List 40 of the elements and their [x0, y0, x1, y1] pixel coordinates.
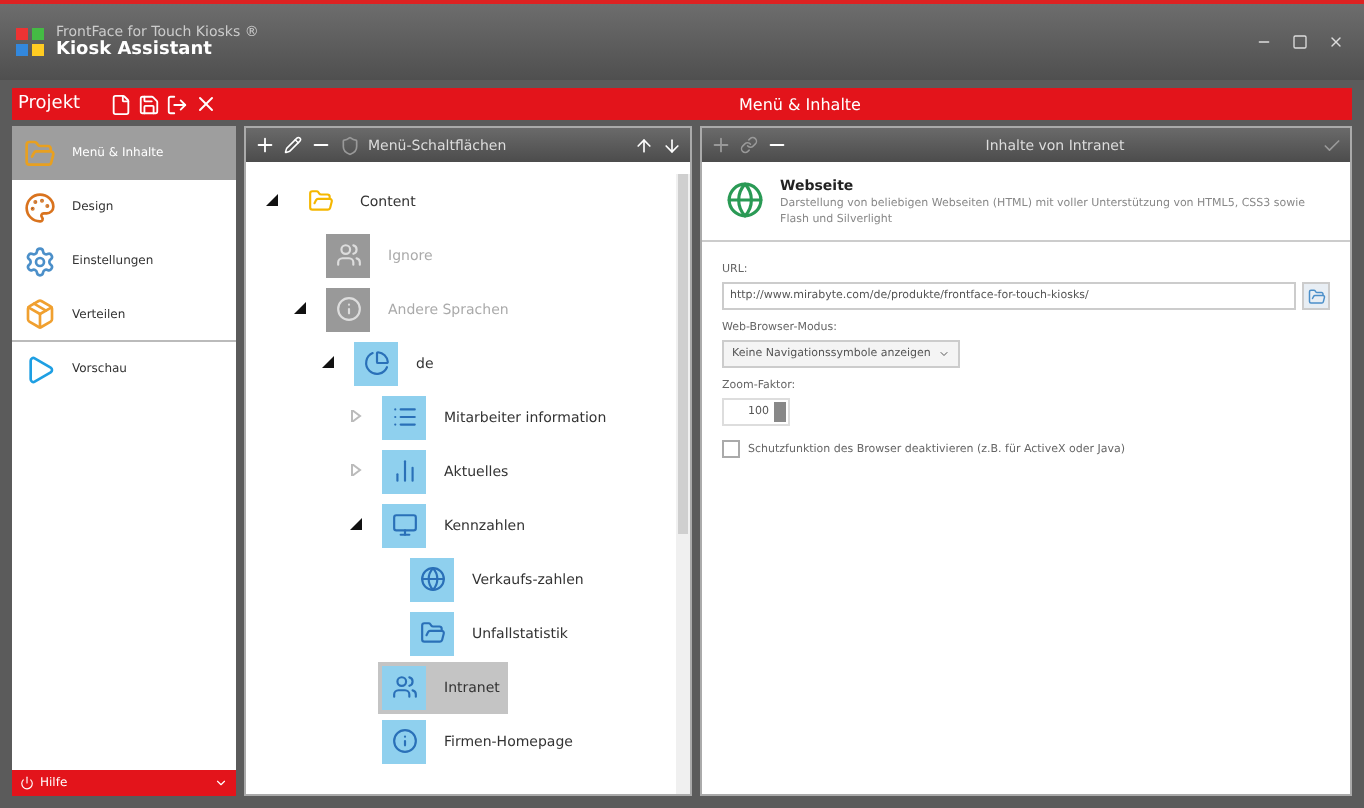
tile-icon: [382, 449, 426, 493]
project-label: Projekt: [18, 94, 81, 114]
new-file-icon[interactable]: [110, 93, 133, 115]
caret-icon: [938, 348, 951, 361]
tile-icon: [382, 503, 426, 547]
tile-icon: [410, 611, 454, 655]
sidebar-icon: [24, 137, 56, 169]
globe-icon: [726, 178, 765, 222]
move-down-icon[interactable]: [662, 135, 682, 155]
section-heading: Menü & Inhalte: [737, 95, 863, 113]
tile-icon: [410, 557, 454, 601]
add-icon[interactable]: [254, 134, 276, 156]
power-icon: [20, 776, 34, 790]
maximize-button[interactable]: [1288, 34, 1312, 50]
expanded-arrow-icon[interactable]: [266, 193, 278, 205]
folder-icon: [1307, 287, 1325, 306]
tile-icon: [326, 287, 370, 331]
edit-icon[interactable]: [284, 136, 302, 154]
browse-button[interactable]: [1302, 282, 1330, 311]
sidebar-icon: [24, 353, 56, 385]
window-title: Kiosk Assistant: [56, 40, 214, 60]
tile-icon: [382, 395, 426, 439]
checkbox[interactable]: [722, 440, 740, 459]
app-logo-icon: [16, 28, 44, 56]
export-icon[interactable]: [166, 93, 189, 115]
sidebar-icon: [24, 245, 56, 277]
shield-icon[interactable]: [340, 135, 360, 155]
caret-icon: [214, 776, 228, 790]
tile-icon: [382, 719, 426, 763]
tile-icon: [354, 341, 398, 385]
scrollbar[interactable]: [676, 174, 690, 794]
sidebar-icon: [24, 298, 56, 330]
sidebar-icon: [24, 191, 56, 223]
link-icon[interactable]: [740, 136, 758, 154]
check-icon[interactable]: [1322, 135, 1342, 155]
tile-icon: [382, 665, 426, 709]
close-icon[interactable]: [194, 92, 219, 116]
tile-icon: [326, 233, 370, 277]
save-icon[interactable]: [138, 93, 161, 115]
move-up-icon[interactable]: [634, 135, 654, 155]
